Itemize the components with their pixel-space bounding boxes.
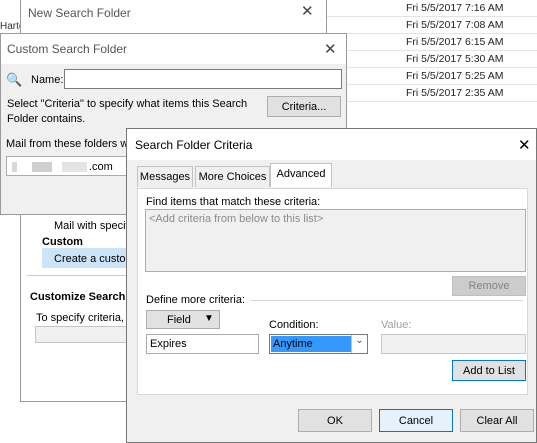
criteria-description: Select "Criteria" to specify what items … [7,98,248,125]
value-input[interactable] [381,334,526,354]
chevron-down-icon[interactable]: ⌄ [351,335,367,353]
tab-strip: Messages More Choices Advanced [137,163,527,190]
custom-search-folder-titlebar: Custom Search Folder ✕ [1,34,346,64]
mail-date: Fri 5/5/2017 7:16 AM [406,2,504,14]
add-to-list-button-label: Add to List [463,365,515,377]
criteria-titlebar: Search Folder Criteria ✕ [127,129,536,160]
to-specify-text: To specify criteria, c [36,312,133,324]
new-search-folder-titlebar: New Search Folder ✕ [21,0,326,24]
clear-all-button[interactable]: Clear All [460,409,534,432]
folder-list-field[interactable]: .com [6,156,136,176]
cancel-button-label: Cancel [398,415,434,427]
mail-row[interactable]: Fri 5/5/2017 6:15 AM [326,34,537,51]
name-field[interactable] [64,69,342,89]
redacted-block [32,162,52,172]
criteria-button-label: Criteria... [281,101,327,113]
mail-row[interactable]: Fri 5/5/2017 5:30 AM [326,51,537,68]
value-label: Value: [381,319,412,331]
close-icon[interactable]: ✕ [518,136,531,154]
divider [27,275,127,276]
ok-button-label: OK [327,415,343,427]
customize-button[interactable] [35,326,127,343]
mail-date: Fri 5/5/2017 7:08 AM [406,19,504,31]
cancel-button[interactable]: Cancel [379,409,453,432]
field-button-label: Field [167,314,191,326]
field-input[interactable]: Expires [146,334,259,354]
tab-messages[interactable]: Messages [137,166,193,187]
redacted-block [62,162,87,172]
name-label: Name: [31,74,64,86]
mail-with-specific-item[interactable]: Mail with specif [54,220,129,232]
condition-select[interactable]: Anytime ⌄ [269,334,368,354]
mail-from-label: Mail from these folders wi [6,138,131,150]
mail-date: Fri 5/5/2017 5:30 AM [406,53,504,65]
find-items-label: Find items that match these criteria: [146,196,321,208]
custom-heading: Custom [42,236,83,248]
remove-button[interactable]: Remove [452,276,526,296]
field-input-value: Expires [150,338,187,350]
mail-row[interactable]: Fri 5/5/2017 7:08 AM [326,17,537,34]
clear-all-button-label: Clear All [476,415,518,427]
close-icon[interactable]: ✕ [324,40,337,58]
mail-date: Fri 5/5/2017 6:15 AM [406,36,504,48]
tab-advanced-label: Advanced [276,168,326,180]
mail-date: Fri 5/5/2017 2:35 AM [406,87,504,99]
triangle-down-icon: ▼ [204,313,214,324]
create-custom-label: Create a custon [54,253,132,265]
advanced-panel: Find items that match these criteria: <A… [137,188,528,395]
close-icon[interactable]: ✕ [301,2,314,20]
tab-advanced[interactable]: Advanced [270,163,332,187]
search-folder-icon: 🔍 [6,72,23,87]
redacted-block [12,162,17,172]
define-criteria-label: Define more criteria: [146,294,246,306]
remove-button-label: Remove [468,280,510,292]
criteria-dialog-title: Search Folder Criteria [135,138,253,152]
tab-more-choices-label: More Choices [198,171,267,183]
ok-button[interactable]: OK [298,409,372,432]
add-to-list-button[interactable]: Add to List [452,360,526,381]
mail-row[interactable]: Fri 5/5/2017 7:16 AM [326,0,537,17]
condition-label: Condition: [269,319,319,331]
criteria-button[interactable]: Criteria... [267,96,341,117]
search-folder-criteria-dialog: Search Folder Criteria ✕ Messages More C… [126,128,537,443]
mail-row[interactable]: Fri 5/5/2017 2:35 AM [326,85,537,102]
criteria-list[interactable]: <Add criteria from below to this list> [145,209,526,272]
folder-value: .com [89,161,113,173]
mail-date: Fri 5/5/2017 5:25 AM [406,70,504,82]
define-divider [250,300,523,301]
new-search-folder-title: New Search Folder [28,6,131,20]
mail-row[interactable]: Fri 5/5/2017 5:25 AM [326,68,537,85]
tab-more-choices[interactable]: More Choices [195,166,270,187]
field-button[interactable]: Field ▼ [146,310,220,329]
criteria-list-placeholder: <Add criteria from below to this list> [149,213,324,225]
tab-messages-label: Messages [139,171,191,183]
condition-select-value: Anytime [273,338,313,350]
custom-search-folder-title: Custom Search Folder [7,42,128,56]
